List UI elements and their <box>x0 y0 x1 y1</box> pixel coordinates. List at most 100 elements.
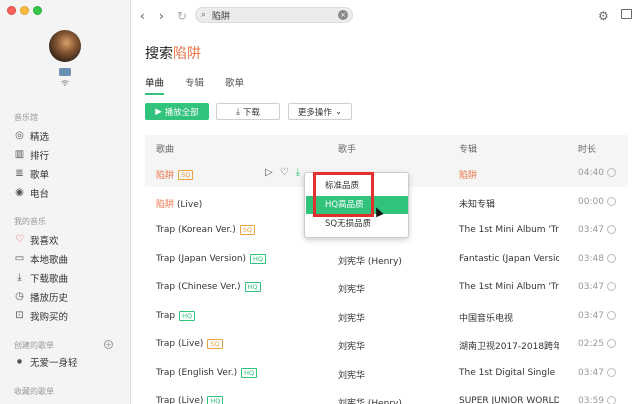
play-icon[interactable]: ▷ <box>265 167 273 178</box>
heart-icon[interactable]: ♡ <box>280 167 289 178</box>
more-options-icon[interactable] <box>607 196 616 206</box>
sidebar-item-charts[interactable]: ▥ 排行 <box>14 148 49 163</box>
artist-cell[interactable]: 刘宪华 (Henry) <box>338 254 402 267</box>
song-title-highlight: 陷阱 <box>156 199 175 210</box>
song-title: (Live) <box>174 199 203 210</box>
song-cell: Trap (Chinese Ver.) HQ <box>156 282 261 292</box>
artist-cell[interactable]: 刘宪华 <box>338 339 365 352</box>
more-options-icon[interactable] <box>607 282 616 291</box>
song-title: Trap (Live) <box>156 396 204 404</box>
sidebar-item-downloads[interactable]: ⤓ 下载歌曲 <box>14 271 68 286</box>
album-title: 未知专辑 <box>459 199 496 210</box>
duration-cell: 03:47 <box>578 367 604 378</box>
table-row[interactable]: Trap (Live)SQ 刘宪华 湖南卫视2017-2018跨年演... 02:25 <box>145 330 628 358</box>
gear-icon[interactable]: ⚙ <box>598 9 609 23</box>
album-title: The 1st Mini Album 'Trap' <box>459 282 559 292</box>
tab-albums[interactable]: 专辑 <box>185 75 204 95</box>
sidebar-item-featured[interactable]: ◎ 精选 <box>14 129 49 144</box>
quality-badge: HQ <box>179 310 196 321</box>
table-row[interactable]: Trap (Live) HQ 刘宪华 (Henry) SUPER JUNIOR WOR… <box>145 387 628 404</box>
album-cell[interactable]: The 1st Mini Album 'Trap' <box>459 225 559 235</box>
album-cell[interactable]: 湖南卫视2017-2018跨年演... <box>459 339 559 352</box>
duration-cell: 03:47 <box>578 225 604 235</box>
more-options-icon[interactable] <box>607 310 616 320</box>
artist-cell[interactable]: 刘宪华 <box>338 368 365 381</box>
sidebar-item-playlist[interactable]: ● 无爱一身轻 <box>14 355 78 369</box>
more-options-icon[interactable] <box>607 225 616 234</box>
tab-playlists[interactable]: 歌单 <box>225 75 244 95</box>
play-icon: ▶ <box>155 106 162 117</box>
close-window-button[interactable] <box>7 6 16 15</box>
back-icon[interactable]: ‹ <box>140 9 145 23</box>
sidebar-item-local-songs[interactable]: ▭ 本地歌曲 <box>14 252 68 267</box>
forward-icon[interactable]: › <box>159 9 164 23</box>
minimize-window-button[interactable] <box>20 6 29 15</box>
vip-icon[interactable] <box>59 68 71 76</box>
more-actions-button[interactable]: 更多操作 ⌄ <box>288 103 352 120</box>
mini-mode-icon[interactable] <box>621 9 632 19</box>
album-cell[interactable]: 中国音乐电视 <box>459 311 559 324</box>
download-icon[interactable]: ⤓ <box>296 167 300 178</box>
table-row[interactable]: Trap (English Ver.) HQ 刘宪华 The 1st Digital … <box>145 359 628 387</box>
table-row[interactable]: Trap (Chinese Ver.) HQ 刘宪华 The 1st Mini Alb… <box>145 273 628 301</box>
sidebar-item-radio[interactable]: ◉ 电台 <box>14 186 49 201</box>
download-button[interactable]: ⤓ 下载 <box>216 103 280 120</box>
duration-cell: 00:00 <box>578 196 604 207</box>
quality-badge: HQ <box>250 253 267 264</box>
more-options-icon[interactable] <box>607 339 616 348</box>
add-playlist-icon[interactable]: + <box>104 340 113 349</box>
sidebar-item-purchased[interactable]: ⊡ 我购买的 <box>14 309 68 324</box>
song-cell: Trap (Live) HQ <box>156 396 224 404</box>
more-options-icon[interactable] <box>607 168 616 177</box>
song-title: Trap (Live) <box>156 339 204 349</box>
section-my-music: 我的音乐 <box>14 217 46 226</box>
window-controls <box>7 6 42 15</box>
quality-sq-option[interactable]: SQ无损品质 <box>306 215 408 233</box>
table-row[interactable]: Trap (Japan Version) HQ 刘宪华 (Henry) Fantast… <box>145 245 628 273</box>
sidebar-item-playlists[interactable]: ≣ 歌单 <box>14 167 49 182</box>
refresh-icon[interactable]: ↻ <box>177 9 187 23</box>
quality-badge: HQ <box>244 282 261 292</box>
title-prefix: 搜索 <box>145 46 173 62</box>
song-title: Trap (Chinese Ver.) <box>156 282 241 292</box>
song-title-highlight: 陷阱 <box>156 171 175 181</box>
wifi-icon <box>61 80 69 86</box>
artist-cell[interactable]: 刘宪华 <box>338 282 365 295</box>
album-cell[interactable]: The 1st Digital Single 1-4-3 <box>459 368 559 378</box>
more-actions-label: 更多操作 <box>297 107 332 118</box>
header-album: 专辑 <box>459 145 478 155</box>
quality-badge: SQ <box>207 339 223 349</box>
album-cell[interactable]: 陷阱 <box>459 168 559 181</box>
sidebar-item-history[interactable]: ◷ 播放历史 <box>14 290 68 305</box>
song-title: Trap (Japan Version) <box>156 253 247 264</box>
quality-badge: HQ <box>241 367 258 378</box>
album-cell[interactable]: SUPER JUNIOR WORLD T... <box>459 396 559 404</box>
artist-cell[interactable]: 刘宪华 <box>338 311 365 324</box>
duration-cell: 03:48 <box>578 253 604 264</box>
sidebar-item-favorites[interactable]: ♡ 我喜欢 <box>14 233 59 248</box>
table-row[interactable]: Trap HQ 刘宪华 中国音乐电视 03:47 <box>145 302 628 330</box>
header-song: 歌曲 <box>156 145 175 155</box>
song-cell: Trap (Live) SQ <box>156 339 223 349</box>
duration-cell: 03:59 <box>578 396 604 404</box>
duration-cell: 03:47 <box>578 310 604 321</box>
avatar[interactable] <box>49 30 81 62</box>
section-collected-playlists: 收藏的歌单 <box>14 387 54 396</box>
album-cell[interactable]: 未知专辑 <box>459 197 559 210</box>
more-options-icon[interactable] <box>607 367 616 377</box>
album-cell[interactable]: The 1st Mini Album 'Trap' <box>459 282 559 292</box>
artist-cell[interactable]: 刘宪华 (Henry) <box>338 396 402 404</box>
song-title: Trap <box>156 310 176 321</box>
clear-search-icon[interactable]: × <box>338 10 348 20</box>
tab-songs[interactable]: 单曲 <box>145 75 165 95</box>
album-cell[interactable]: Fantastic (Japan Version) <box>459 254 559 264</box>
zoom-window-button[interactable] <box>33 6 42 15</box>
play-all-button[interactable]: ▶ 播放全部 <box>145 103 209 120</box>
section-online-music: 音乐馆 <box>14 113 38 122</box>
title-keyword: 陷阱 <box>173 46 201 62</box>
search-input[interactable] <box>212 9 332 21</box>
duration-cell: 03:47 <box>578 282 604 292</box>
search-box: ⌕ × <box>195 7 353 23</box>
more-options-icon[interactable] <box>607 396 616 404</box>
more-options-icon[interactable] <box>607 253 616 263</box>
